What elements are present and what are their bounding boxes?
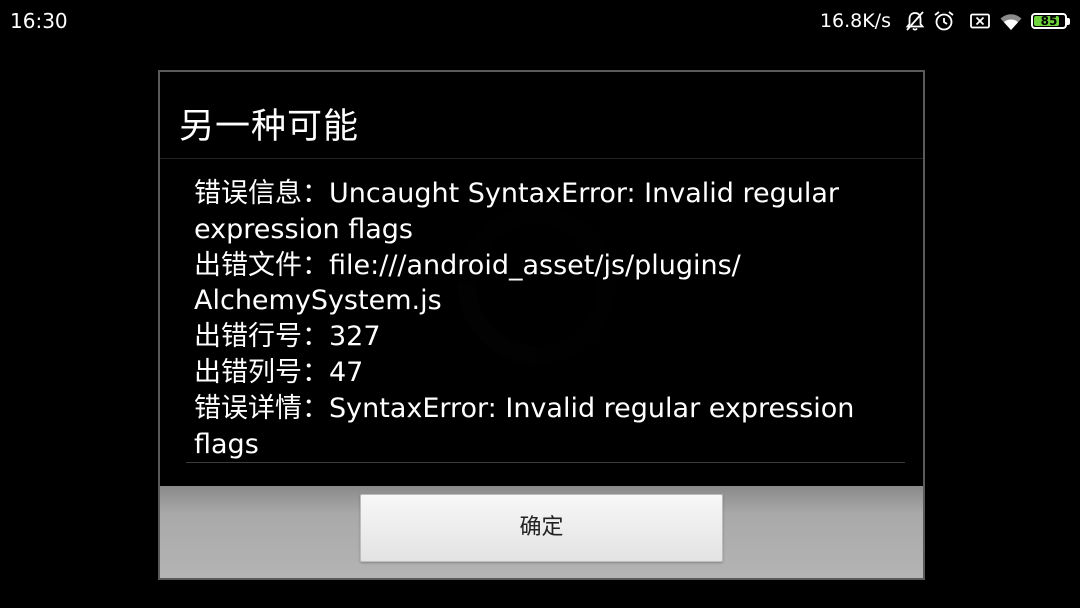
alarm-icon	[934, 11, 954, 31]
wifi-icon	[1000, 14, 1022, 30]
status-icons: 16.8K/s 85	[820, 8, 1070, 34]
body-divider	[186, 462, 905, 463]
battery-tip	[1067, 17, 1070, 25]
message-line: AlchemySystem.js	[194, 285, 442, 317]
message-line: flags	[194, 428, 259, 460]
message-line: 错误详情：SyntaxError: Invalid regular expres…	[194, 392, 855, 424]
message-line: expression flags	[194, 213, 413, 245]
message-line: 出错行号：327	[194, 321, 381, 353]
message-line: 出错文件：file:///android_asset/js/plugins/	[194, 249, 741, 281]
screen: 16:30 16.8K/s 85 另一种可能 错误信息：Uncaught Syn…	[0, 0, 1080, 608]
error-dialog: 另一种可能 错误信息：Uncaught SyntaxError: Invalid…	[158, 70, 925, 580]
confirm-button[interactable]: 确定	[360, 494, 723, 562]
dialog-message[interactable]: 错误信息：Uncaught SyntaxError: Invalid regul…	[194, 176, 894, 462]
battery-icon: 85	[1031, 13, 1067, 29]
dialog-title: 另一种可能	[179, 107, 360, 147]
title-divider	[160, 158, 923, 159]
button-bar: 确定	[160, 486, 923, 578]
network-speed: 16.8K/s	[819, 10, 891, 32]
battery-level: 85	[1040, 14, 1058, 28]
message-line: 错误信息：Uncaught SyntaxError: Invalid regul…	[194, 178, 839, 209]
mute-bell-icon	[905, 11, 925, 31]
message-line: 出错列号：47	[194, 356, 364, 388]
status-bar: 16:30 16.8K/s 85	[0, 0, 1080, 42]
status-time: 16:30	[10, 9, 68, 33]
sim-off-icon	[970, 13, 990, 29]
